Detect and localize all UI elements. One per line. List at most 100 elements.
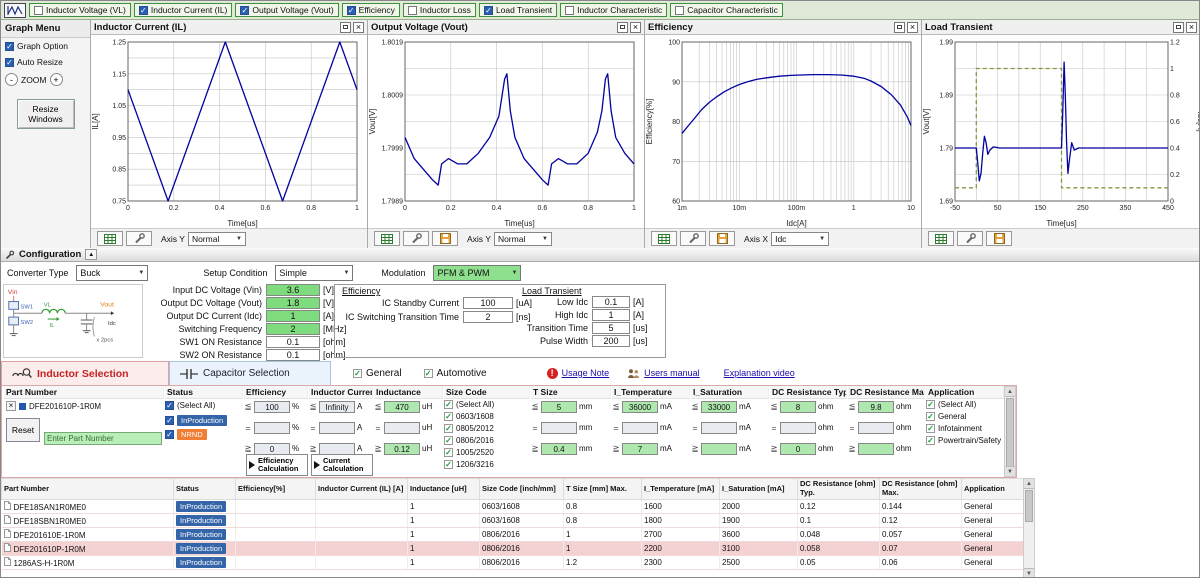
filter-input[interactable]: 9.8 [858, 401, 894, 413]
toolbar-checkbox[interactable] [34, 6, 43, 15]
graph-menu-option-auto-resize[interactable]: ✓Auto Resize [1, 54, 90, 70]
toolbar-checkbox[interactable] [408, 6, 417, 15]
scroll-up-arrow[interactable]: ▲ [1024, 479, 1034, 489]
field-value-input[interactable]: 200 [592, 335, 630, 347]
axis-selector[interactable]: Idc▼ [771, 232, 829, 246]
scroll-down-arrow[interactable]: ▼ [1005, 466, 1015, 476]
resize-windows-button[interactable]: Resize Windows [17, 99, 75, 129]
axis-selector[interactable]: Normal▼ [188, 232, 246, 246]
wrench-button[interactable] [680, 231, 706, 246]
toolbar-checkbox[interactable] [675, 6, 684, 15]
scroll-thumb[interactable] [1025, 490, 1033, 522]
filter-input[interactable]: 0.12 [384, 443, 420, 455]
filter-option-1206-3216[interactable]: ✓1206/3216 [444, 460, 530, 469]
filter-option-infotainment[interactable]: ✓Infotainment [926, 424, 1004, 433]
column-header-t-size-mm-max[interactable]: T Size [mm] Max. [564, 479, 642, 500]
table-row-1286as-h-1r0m[interactable]: 1286AS-H-1R0MInProduction10806/20161.223… [2, 556, 1024, 570]
table-row-dfe201610e-1r0m[interactable]: DFE201610E-1R0MInProduction10806/2016127… [2, 528, 1024, 542]
filter-option-general[interactable]: ✓General [926, 412, 1004, 421]
toolbar-checkbox[interactable]: ✓ [347, 6, 356, 15]
column-header-inductor-current-il-a[interactable]: Inductor Current (IL) [A] [316, 479, 408, 500]
filter-option-powertrain-safety[interactable]: ✓Powertrain/Safety [926, 436, 1004, 445]
filter-input[interactable] [622, 422, 658, 434]
status-option-nrnd[interactable]: ✓NRND [165, 429, 243, 440]
filter-input[interactable] [384, 422, 420, 434]
field-value-input[interactable]: 1 [266, 310, 320, 322]
field-value-input[interactable]: 0.1 [266, 336, 320, 348]
automotive-checkbox[interactable]: ✓Automotive [424, 368, 487, 379]
field-value-input[interactable]: 0.1 [266, 349, 320, 361]
column-header-size-code-inch-mm[interactable]: Size Code [inch/mm] [480, 479, 564, 500]
option-checkbox[interactable]: ✓ [926, 400, 935, 409]
grid-button[interactable] [374, 231, 400, 246]
table-row-dfe18san1r0me0[interactable]: DFE18SAN1R0ME0InProduction10603/16080.81… [2, 500, 1024, 514]
zoom-out-button[interactable]: - [5, 73, 18, 86]
table-row-dfe18sbn1r0me0[interactable]: DFE18SBN1R0ME0InProduction10603/16080.81… [2, 514, 1024, 528]
restore-window-button[interactable] [894, 22, 905, 33]
toolbar-checkbox[interactable]: ✓ [240, 6, 249, 15]
remove-part-icon[interactable]: × [6, 401, 16, 411]
setup-condition-select[interactable]: Simple▼ [275, 265, 353, 281]
table-scrollbar[interactable]: ▲▼ [1023, 478, 1035, 578]
filter-scrollbar[interactable]: ▲▼ [1004, 386, 1016, 477]
column-header-i-temperature-ma[interactable]: I_Temperature [mA] [642, 479, 720, 500]
toolbar-toggle-load-transient[interactable]: ✓Load Transient [479, 3, 557, 17]
filter-option-1005-2520[interactable]: ✓1005/2520 [444, 448, 530, 457]
status-checkbox[interactable]: ✓ [165, 430, 174, 439]
column-header-dc-resistance-ohm-max[interactable]: DC Resistance [ohm] Max. [880, 479, 962, 500]
save-button[interactable] [432, 231, 458, 246]
reset-button[interactable]: Reset [6, 418, 40, 442]
option-checkbox[interactable]: ✓ [926, 436, 935, 445]
filter-input[interactable]: Infinity [319, 401, 355, 413]
filter-input[interactable] [541, 422, 577, 434]
close-window-button[interactable]: × [630, 22, 641, 33]
toolbar-toggle-inductor-current-il[interactable]: ✓Inductor Current (IL) [134, 3, 233, 17]
grid-button[interactable] [97, 231, 123, 246]
modulation-select[interactable]: PFM & PWM▼ [433, 265, 521, 281]
current-calculation-button[interactable]: Current Calculation [311, 454, 373, 476]
field-value-input[interactable]: 1.8 [266, 297, 320, 309]
restore-window-button[interactable] [617, 22, 628, 33]
toolbar-toggle-inductor-voltage-vl[interactable]: Inductor Voltage (VL) [29, 3, 131, 17]
collapse-configuration-button[interactable]: ▲ [85, 249, 97, 260]
column-header-inductance-uh[interactable]: Inductance [uH] [408, 479, 480, 500]
option-checkbox[interactable]: ✓ [926, 412, 935, 421]
chart-area-inductor-current[interactable]: 00.20.40.60.810.750.850.951.051.151.25Ti… [91, 35, 367, 228]
general-checkbox[interactable]: ✓General [353, 368, 402, 379]
part-number-input[interactable] [44, 432, 162, 445]
field-value-input[interactable]: 2 [463, 311, 513, 323]
toolbar-toggle-efficiency[interactable]: ✓Efficiency [342, 3, 400, 17]
toolbar-toggle-output-voltage-vout[interactable]: ✓Output Voltage (Vout) [235, 3, 338, 17]
filter-input[interactable] [701, 422, 737, 434]
filter-input[interactable] [254, 422, 290, 434]
filter-option-0603-1608[interactable]: ✓0603/1608 [444, 412, 530, 421]
filter-input[interactable]: 36000 [622, 401, 658, 413]
column-header-status[interactable]: Status [174, 479, 236, 500]
column-header-i-saturation-ma[interactable]: I_Saturation [mA] [720, 479, 798, 500]
filter-input[interactable]: 8 [780, 401, 816, 413]
select-all-checkbox[interactable]: ✓ [165, 401, 174, 410]
filter-input[interactable] [858, 422, 894, 434]
chart-area-load-transient[interactable]: -50501502503504501.691.791.891.9900.20.4… [922, 35, 1200, 228]
grid-button[interactable] [928, 231, 954, 246]
graph-menu-option-graph-option[interactable]: ✓Graph Option [1, 38, 90, 54]
filter-input[interactable] [319, 422, 355, 434]
wrench-button[interactable] [957, 231, 983, 246]
option-checkbox[interactable]: ✓ [444, 436, 453, 445]
scroll-thumb[interactable] [1006, 398, 1014, 467]
field-value-input[interactable]: 0.1 [592, 296, 630, 308]
scroll-up-arrow[interactable]: ▲ [1005, 387, 1015, 397]
filter-input[interactable]: 100 [254, 401, 290, 413]
filter-input[interactable]: 0 [780, 443, 816, 455]
option-checkbox[interactable]: ✓ [5, 42, 14, 51]
filter-input[interactable]: 0.4 [541, 443, 577, 455]
option-checkbox[interactable]: ✓ [444, 448, 453, 457]
filter-option-select-all[interactable]: ✓(Select All) [926, 400, 1004, 409]
option-checkbox[interactable]: ✓ [444, 424, 453, 433]
filter-input[interactable] [858, 443, 894, 455]
usage-note-link[interactable]: Usage Note [562, 368, 610, 378]
table-row-dfe201610p-1r0m[interactable]: DFE201610P-1R0MInProduction10806/2016122… [2, 542, 1024, 556]
status-option-inproduction[interactable]: ✓InProduction [165, 415, 243, 426]
filter-option-select-all[interactable]: ✓(Select All) [444, 400, 530, 409]
filter-input[interactable] [780, 422, 816, 434]
